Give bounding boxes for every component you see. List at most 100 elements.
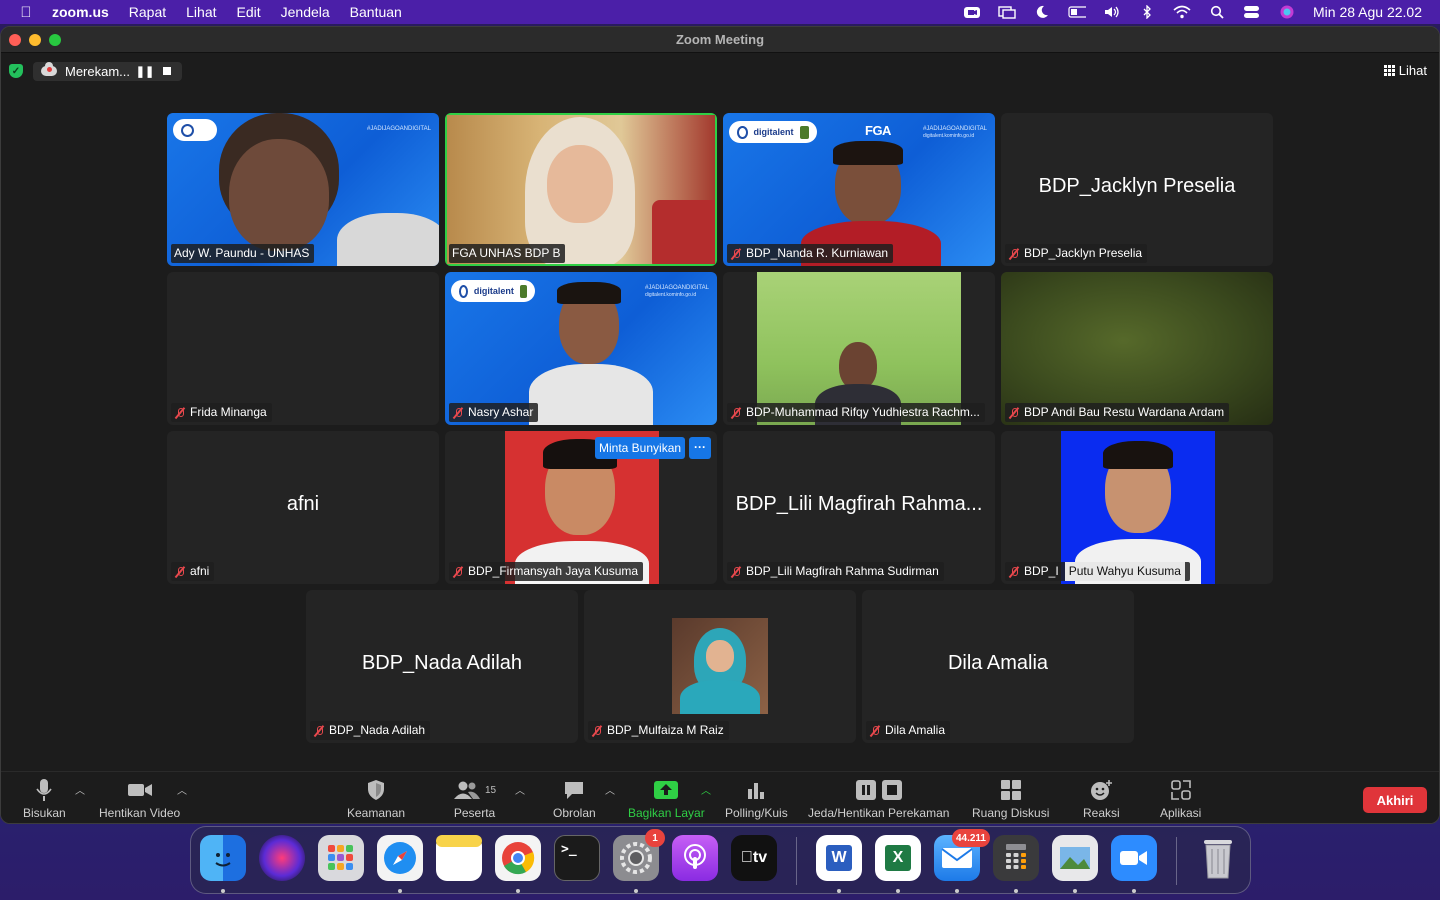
participants-button[interactable]: 15 Peserta <box>453 778 496 820</box>
wifi-icon[interactable] <box>1173 5 1191 19</box>
apple-tv-icon[interactable]: tv <box>731 835 777 881</box>
video-options-chevron-icon[interactable]: ︿ <box>177 782 187 797</box>
participant-tile[interactable]: #JADIJAGOANDIGITAL Ady W. Paundu - UNHAS <box>167 113 439 266</box>
share-screen-button[interactable]: Bagikan Layar <box>628 778 705 820</box>
volume-icon[interactable] <box>1103 5 1121 19</box>
encryption-shield-icon[interactable]: ✓ <box>9 64 23 78</box>
calculator-running-indicator <box>1014 889 1018 893</box>
siri-app-icon[interactable] <box>259 835 305 881</box>
settings-running-indicator <box>634 889 638 893</box>
safari-icon[interactable] <box>377 835 423 881</box>
participant-name-label: BDP_Lili Magfirah Rahma Sudirman <box>727 562 944 581</box>
screen-mirroring-icon[interactable] <box>998 5 1016 19</box>
participant-tile[interactable]: BDP Andi Bau Restu Wardana Ardam <box>1001 272 1273 425</box>
zoom-app-icon[interactable] <box>1111 835 1157 881</box>
end-meeting-button[interactable]: Akhiri <box>1363 787 1427 813</box>
stop-recording-button[interactable] <box>160 64 174 78</box>
muted-mic-icon <box>452 407 464 419</box>
video-site: digitalent.kominfo.go.id <box>645 292 697 298</box>
chat-options-chevron-icon[interactable]: ︿ <box>605 782 615 797</box>
participant-tile[interactable]: BDP_Nada Adilah BDP_Nada Adilah <box>306 590 578 743</box>
menu-bar:  zoom.us Rapat Lihat Edit Jendela Bantu… <box>0 0 1440 24</box>
muted-mic-icon <box>452 566 464 578</box>
meeting-toolbar: Bisukan ︿ Hentikan Video ︿ Keamanan 15 P… <box>1 771 1439 823</box>
launchpad-icon[interactable] <box>318 835 364 881</box>
moon-icon[interactable] <box>1033 5 1051 19</box>
participant-name-label: BDP_Nanda R. Kurniawan <box>727 244 894 263</box>
participant-tile[interactable]: BDP_I Putu Wahyu Kusuma <box>1001 431 1273 584</box>
recording-indicator: Merekam... ❚❚ <box>33 61 183 81</box>
breakout-label: Ruang Diskusi <box>972 806 1050 820</box>
more-options-button[interactable]: ··· <box>689 437 711 459</box>
battery-icon[interactable] <box>1068 5 1087 19</box>
menu-app-name[interactable]: zoom.us <box>52 4 109 20</box>
participant-tile[interactable]: digitalent FGA #JADIJAGOANDIGITAL digita… <box>723 113 995 266</box>
menu-bantuan[interactable]: Bantuan <box>350 4 402 20</box>
view-button[interactable]: Lihat <box>1383 63 1427 78</box>
participant-profile-picture <box>672 618 768 714</box>
participant-tile[interactable]: BDP_Lili Magfirah Rahma... BDP_Lili Magf… <box>723 431 995 584</box>
safari-running-indicator <box>398 889 402 893</box>
polls-button[interactable]: Polling/Kuis <box>725 778 788 820</box>
podcasts-icon[interactable] <box>672 835 718 881</box>
participant-name-label: afni <box>171 562 215 581</box>
muted-mic-icon <box>313 725 325 737</box>
menu-edit[interactable]: Edit <box>237 4 261 20</box>
participant-tile[interactable]: afni afni <box>167 431 439 584</box>
apps-button[interactable]: Aplikasi <box>1160 778 1201 820</box>
participants-icon <box>454 781 480 799</box>
chrome-icon[interactable] <box>495 835 541 881</box>
video-hashtag: #JADIJAGOANDIGITAL <box>367 126 431 132</box>
chat-bubble-icon <box>565 782 584 799</box>
mute-button[interactable]: Bisukan <box>23 778 66 820</box>
participant-tile[interactable]: BDP_Jacklyn Preselia BDP_Jacklyn Preseli… <box>1001 113 1273 266</box>
menu-rapat[interactable]: Rapat <box>129 4 166 20</box>
muted-mic-icon <box>730 248 742 260</box>
preview-icon[interactable] <box>1052 835 1098 881</box>
pause-stop-recording-button[interactable]: Jeda/Hentikan Perekaman <box>808 778 949 820</box>
bluetooth-icon[interactable] <box>1138 5 1156 19</box>
participant-tile[interactable]: BDP_Mulfaiza M Raiz <box>584 590 856 743</box>
menu-lihat[interactable]: Lihat <box>186 4 216 20</box>
control-center-icon[interactable] <box>1243 5 1261 19</box>
system-settings-icon[interactable]: 1 <box>613 829 665 881</box>
participant-tile-active-speaker[interactable]: FGA UNHAS BDP B <box>445 113 717 266</box>
grid-view-icon <box>1383 65 1395 76</box>
chat-button[interactable]: Obrolan <box>553 778 596 820</box>
security-button[interactable]: Keamanan <box>347 778 405 820</box>
mute-label: Bisukan <box>23 806 66 820</box>
share-options-chevron-icon[interactable]: ︿ <box>701 782 711 797</box>
menu-jendela[interactable]: Jendela <box>281 4 330 20</box>
participants-options-chevron-icon[interactable]: ︿ <box>515 782 525 797</box>
participant-tile[interactable]: digitalent #JADIJAGOANDIGITAL digitalent… <box>445 272 717 425</box>
participant-name-label: BDP Andi Bau Restu Wardana Ardam <box>1005 403 1230 422</box>
microsoft-word-icon[interactable]: W <box>816 835 862 881</box>
zoom-tray-icon[interactable] <box>963 5 981 19</box>
notes-icon[interactable] <box>436 835 482 881</box>
audio-options-chevron-icon[interactable]: ︿ <box>75 782 85 797</box>
muted-mic-icon <box>1008 248 1020 260</box>
mail-icon[interactable]: 44.211 <box>934 829 990 881</box>
search-icon[interactable] <box>1208 5 1226 19</box>
participant-tile[interactable]: Minta Bunyikan ··· BDP_Firmansyah Jaya K… <box>445 431 717 584</box>
ask-to-unmute-button[interactable]: Minta Bunyikan <box>595 437 686 459</box>
microsoft-excel-icon[interactable]: X <box>875 835 921 881</box>
finder-icon[interactable] <box>200 835 246 881</box>
calculator-icon[interactable] <box>993 835 1039 881</box>
apple-icon[interactable]:  <box>0 4 52 21</box>
zoom-running-indicator <box>1132 889 1136 893</box>
participant-tile[interactable]: Frida Minanga <box>167 272 439 425</box>
siri-icon[interactable] <box>1278 5 1296 19</box>
participant-tile[interactable]: Dila Amalia Dila Amalia <box>862 590 1134 743</box>
terminal-icon[interactable]: >_ <box>554 835 600 881</box>
muted-mic-icon <box>869 725 881 737</box>
pause-recording-button[interactable]: ❚❚ <box>136 64 154 78</box>
reactions-button[interactable]: Reaksi <box>1083 778 1120 820</box>
menubar-clock[interactable]: Min 28 Agu 22.02 <box>1313 4 1422 20</box>
breakout-rooms-button[interactable]: Ruang Diskusi <box>972 778 1049 820</box>
participant-name-label: FGA UNHAS BDP B <box>449 244 566 263</box>
trash-icon[interactable] <box>1195 835 1241 881</box>
participant-display-name: BDP_Jacklyn Preselia <box>1038 175 1236 197</box>
participant-tile[interactable]: BDP-Muhammad Rifqy Yudhiestra Rachm... <box>723 272 995 425</box>
stop-video-button[interactable]: Hentikan Video <box>99 778 180 820</box>
